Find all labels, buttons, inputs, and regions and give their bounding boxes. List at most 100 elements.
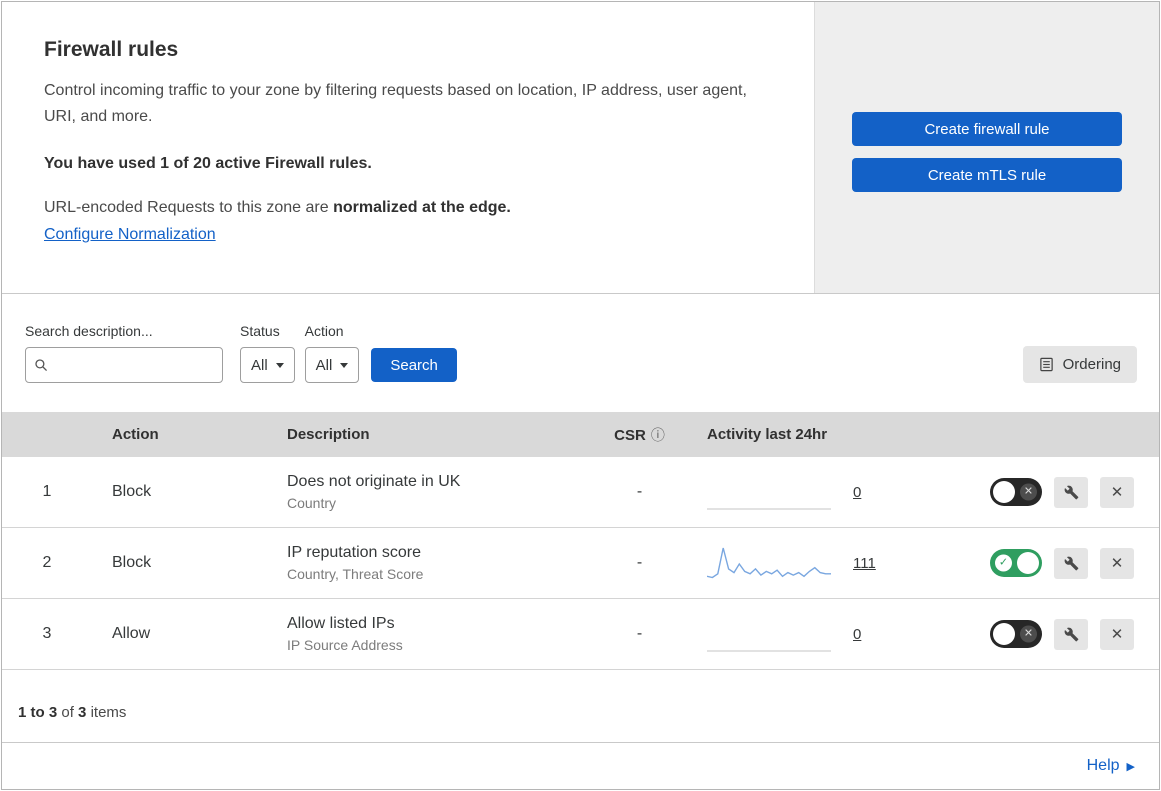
rule-fields: Country [287, 495, 337, 511]
firewall-rules-page: Firewall rules Control incoming traffic … [1, 1, 1160, 790]
rule-activity-cell: 111 [687, 544, 972, 582]
rule-controls: ✓ ✕ [972, 547, 1159, 579]
close-icon: ✕ [1110, 555, 1124, 572]
rule-activity-cell: 0 [687, 473, 972, 511]
rule-description-cell: Allow listed IPs IP Source Address [267, 613, 592, 655]
items-total: 3 [78, 704, 87, 721]
ordering-button[interactable]: Ordering [1022, 346, 1137, 383]
search-button[interactable]: Search [371, 348, 457, 382]
rule-fields: Country, Threat Score [287, 566, 424, 582]
ordering-list-icon [1039, 357, 1054, 372]
status-label: Status [240, 323, 280, 339]
create-firewall-rule-button[interactable]: Create firewall rule [852, 112, 1122, 146]
description-column-header: Description [287, 426, 370, 443]
table-row: 1 Block Does not originate in UK Country… [2, 457, 1159, 528]
activity-count-link[interactable]: 0 [853, 484, 861, 501]
toggle-knob [993, 623, 1015, 645]
csr-column-header: CSR ⓘ [592, 425, 687, 445]
rule-description-cell: Does not originate in UK Country [267, 471, 592, 513]
rule-enabled-toggle[interactable]: ✕ [990, 620, 1042, 648]
search-field-block: Search description... [25, 323, 223, 383]
csr-header-label: CSR [614, 426, 646, 444]
rule-description: IP reputation score [287, 544, 422, 561]
rule-priority: 1 [42, 483, 52, 500]
rule-action: Block [112, 483, 152, 500]
wrench-icon [1064, 627, 1079, 642]
rule-enabled-toggle[interactable]: ✕ [990, 478, 1042, 506]
activity-sparkline [707, 615, 831, 653]
activity-count-link[interactable]: 0 [853, 626, 861, 643]
delete-rule-button[interactable]: ✕ [1100, 476, 1134, 508]
usage-text: You have used 1 of 20 active Firewall ru… [44, 155, 372, 173]
ordering-button-label: Ordering [1062, 356, 1121, 373]
rule-activity-cell: 0 [687, 615, 972, 653]
delete-rule-button[interactable]: ✕ [1100, 547, 1134, 579]
help-link[interactable]: Help ▶ [1087, 757, 1135, 775]
search-icon [34, 358, 49, 373]
page-title: Firewall rules [44, 38, 179, 61]
table-row: 3 Allow Allow listed IPs IP Source Addre… [2, 599, 1159, 670]
action-select-value: All [315, 356, 333, 374]
toggle-state-icon: ✕ [1020, 483, 1037, 501]
rule-action: Allow [112, 625, 151, 642]
rule-description: Allow listed IPs [287, 615, 395, 632]
page-description: Control incoming traffic to your zone by… [44, 82, 747, 125]
rule-controls: ✕ ✕ [972, 618, 1159, 650]
search-label: Search description... [25, 323, 153, 339]
action-filter-block: Action All [304, 323, 360, 383]
create-mtls-rule-button[interactable]: Create mTLS rule [852, 158, 1122, 192]
rule-fields: IP Source Address [287, 637, 403, 653]
rule-enabled-toggle[interactable]: ✓ [990, 549, 1042, 577]
arrow-right-icon: ▶ [1126, 760, 1135, 773]
items-range: 1 to 3 [18, 704, 58, 721]
items-word: items [90, 704, 127, 721]
activity-column-header: Activity last 24hr [707, 426, 828, 443]
edit-rule-button[interactable] [1054, 618, 1088, 650]
toggle-state-icon: ✓ [995, 554, 1012, 572]
toggle-knob [993, 481, 1015, 503]
action-label: Action [304, 323, 344, 339]
edit-rule-button[interactable] [1054, 476, 1088, 508]
normalization-text: URL-encoded Requests to this zone are no… [44, 199, 774, 217]
rule-csr: - [636, 554, 643, 571]
header-section: Firewall rules Control incoming traffic … [2, 2, 1159, 294]
help-link-label: Help [1086, 757, 1120, 774]
help-bar: Help ▶ [2, 743, 1159, 789]
rules-table: Action Description CSR ⓘ Activity last 24… [2, 412, 1159, 670]
rule-controls: ✕ ✕ [972, 476, 1159, 508]
activity-sparkline [707, 473, 831, 511]
configure-normalization-link[interactable]: Configure Normalization [44, 226, 216, 243]
info-icon[interactable]: ⓘ [651, 427, 665, 443]
rule-description: Does not originate in UK [287, 473, 461, 490]
status-select-value: All [251, 356, 268, 374]
delete-rule-button[interactable]: ✕ [1100, 618, 1134, 650]
rule-priority: 2 [42, 554, 52, 571]
action-select[interactable]: All [304, 347, 360, 383]
edit-rule-button[interactable] [1054, 547, 1088, 579]
action-column-header: Action [112, 426, 159, 443]
items-of: of [61, 704, 74, 721]
activity-count-link[interactable]: 111 [853, 555, 876, 572]
rule-description-cell: IP reputation score Country, Threat Scor… [267, 542, 592, 584]
pagination-summary: 1 to 3 of 3 items [2, 670, 1159, 743]
close-icon: ✕ [1110, 626, 1124, 643]
normalization-prefix: URL-encoded Requests to this zone are [44, 199, 334, 217]
rule-csr: - [636, 625, 643, 642]
table-header-row: Action Description CSR ⓘ Activity last 24… [2, 412, 1159, 457]
normalization-bold: normalized at the edge. [333, 199, 511, 217]
chevron-down-icon [340, 362, 349, 368]
wrench-icon [1064, 485, 1079, 500]
actions-panel: Create firewall rule Create mTLS rule [814, 2, 1159, 293]
toggle-knob [1017, 552, 1039, 574]
activity-sparkline [706, 544, 831, 582]
rule-action: Block [112, 554, 152, 571]
status-select[interactable]: All [240, 347, 295, 383]
intro-block: Firewall rules Control incoming traffic … [2, 2, 814, 293]
table-row: 2 Block IP reputation score Country, Thr… [2, 528, 1159, 599]
filter-bar: Search description... Status All Action … [2, 294, 1159, 412]
close-icon: ✕ [1110, 484, 1124, 501]
rule-csr: - [636, 483, 643, 500]
search-box[interactable] [25, 347, 223, 383]
search-input[interactable] [55, 356, 214, 374]
rule-priority: 3 [42, 625, 52, 642]
